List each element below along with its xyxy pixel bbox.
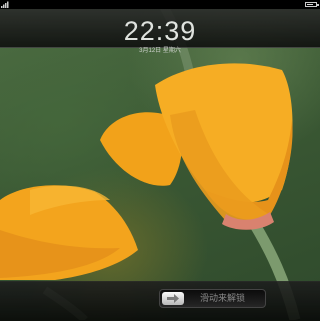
- slide-to-unlock-slider[interactable]: 滑动来解锁: [159, 289, 266, 308]
- lock-date: 3月12日 星期六: [139, 48, 181, 54]
- clock-panel: 22:39 3月12日 星期六: [0, 9, 320, 54]
- battery-level: [307, 4, 313, 5]
- right-arrow-icon: [167, 294, 179, 303]
- unlock-knob[interactable]: [162, 292, 184, 305]
- unlock-label: 滑动来解锁: [200, 293, 246, 303]
- signal-icon: [1, 1, 9, 8]
- lock-time: 22:39: [123, 16, 197, 46]
- battery-icon: [305, 2, 319, 7]
- status-bar: [0, 0, 320, 9]
